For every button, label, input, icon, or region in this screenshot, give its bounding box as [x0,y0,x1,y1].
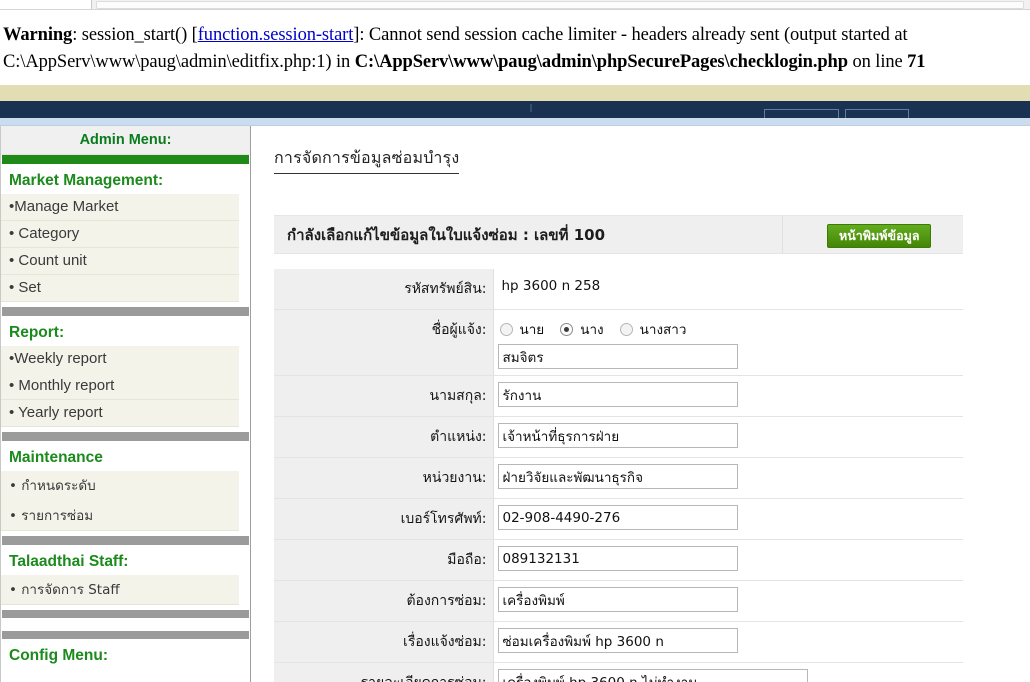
radio-title-mr[interactable] [499,322,513,336]
field-value-asset-code: hp 3600 n 258 [493,269,963,310]
sidebar-section-report: Report: [1,316,250,346]
php-warning-text-3: on line [847,52,908,72]
sidebar-divider-4 [2,610,249,618]
table-row-asset-code: รหัสทรัพย์สิน: hp 3600 n 258 [274,269,963,310]
record-header-label: กำลังเลือกแก้ไขข้อมูลในใบแจ้งซ่อม : เลขท… [287,225,606,244]
radio-title-mrs[interactable] [560,322,574,336]
field-value-department [493,457,963,499]
field-label-repair-detail: รายละเอียดการซ่อม: [274,662,494,682]
input-repair-item[interactable] [497,587,738,612]
input-lastname[interactable] [497,382,738,407]
input-phone[interactable] [497,505,738,530]
sidebar-divider-3 [2,536,249,545]
input-reporter-firstname[interactable] [497,344,738,369]
sidebar-section-market-management: Market Management: [1,164,250,194]
sidebar-title: Admin Menu: [1,126,250,155]
field-label-mobile: มือถือ: [274,539,494,581]
browser-tab[interactable] [0,0,92,9]
sidebar-divider-1 [2,307,249,316]
radio-label-mrs: นาง [580,322,604,338]
browser-url-bar[interactable] [96,1,1024,9]
title-radio-group: นาย นาง นางสาว [498,316,960,344]
input-repair-subject[interactable] [497,628,738,653]
php-warning-line: 71 [907,52,926,72]
main-content: การจัดการข้อมูลซ่อมบำรุง กำลังเลือกแก้ไข… [252,126,1030,682]
php-warning-link[interactable]: function.session-start [198,25,354,45]
input-mobile[interactable] [497,546,738,571]
sidebar-divider-2 [2,432,249,441]
php-warning-path: C:\AppServ\www\paug\admin\phpSecurePages… [354,52,848,72]
field-value-repair-detail [493,662,963,682]
admin-sidebar: Admin Menu: Market Management: •Manage M… [0,126,251,682]
sidebar-green-bar [2,155,249,164]
input-repair-detail[interactable] [497,669,808,682]
field-value-lastname [493,375,963,417]
field-label-repair-item: ต้องการซ่อม: [274,580,494,622]
field-label-department: หน่วยงาน: [274,457,494,499]
sidebar-item-yearly-report[interactable]: • Yearly report [1,400,239,427]
field-label-repair-subject: เรื่องแจ้งซ่อม: [274,621,494,663]
sidebar-section-talaadthai-staff: Talaadthai Staff: [1,545,250,575]
record-header-inner: กำลังเลือกแก้ไขข้อมูลในใบแจ้งซ่อม : เลขท… [274,216,782,253]
table-row-repair-subject: เรื่องแจ้งซ่อม: [274,621,963,663]
record-header-strip: กำลังเลือกแก้ไขข้อมูลในใบแจ้งซ่อม : เลขท… [274,215,963,254]
sidebar-item-set-level[interactable]: • กำหนดระดับ [1,471,239,501]
table-row-repair-item: ต้องการซ่อม: [274,580,963,622]
sidebar-item-count-unit[interactable]: • Count unit [1,248,239,275]
banner-marker [530,104,532,112]
php-warning-label: Warning [3,25,73,45]
field-label-lastname: นามสกุล: [274,375,494,417]
php-warning-message: Warning: session_start() [function.sessi… [0,22,1030,76]
table-row-reporter-name: ชื่อผู้แจ้ง: นาย นาง นางสาว [274,309,963,376]
browser-chrome-bar [0,0,1030,10]
repair-form-table: รหัสทรัพย์สิน: hp 3600 n 258 ชื่อผู้แจ้ง… [274,269,963,682]
banner-beige-band [0,85,1030,101]
table-row-mobile: มือถือ: [274,539,963,581]
field-value-repair-item [493,580,963,622]
asset-code-text: hp 3600 n 258 [501,278,601,294]
table-row-phone: เบอร์โทรศัพท์: [274,498,963,540]
field-value-position [493,416,963,458]
sidebar-item-set[interactable]: • Set [1,275,239,302]
field-value-repair-subject [493,621,963,663]
sidebar-spacer [1,618,250,626]
php-warning-text-1: : session_start() [ [72,25,198,45]
radio-label-mr: นาย [519,322,545,338]
sidebar-section-maintenance: Maintenance [1,441,250,471]
table-row-repair-detail: รายละเอียดการซ่อม: [274,662,963,682]
page-title: การจัดการข้อมูลซ่อมบำรุง [274,146,460,174]
sidebar-item-category[interactable]: • Category [1,221,239,248]
sidebar-item-staff-management[interactable]: • การจัดการ Staff [1,575,239,605]
record-header-divider [782,216,783,253]
sidebar-item-weekly-report[interactable]: •Weekly report [1,346,239,373]
field-value-reporter-name: นาย นาง นางสาว [493,309,963,376]
field-value-phone [493,498,963,540]
radio-label-miss: นางสาว [639,322,687,338]
table-row-position: ตำแหน่ง: [274,416,963,458]
sidebar-item-monthly-report[interactable]: • Monthly report [1,373,239,400]
banner-lightblue-band [0,118,1030,126]
sidebar-item-manage-market[interactable]: •Manage Market [1,194,239,221]
radio-title-miss[interactable] [619,322,633,336]
table-row-department: หน่วยงาน: [274,457,963,499]
field-label-position: ตำแหน่ง: [274,416,494,458]
field-value-mobile [493,539,963,581]
field-label-reporter-name: ชื่อผู้แจ้ง: [274,309,494,376]
sidebar-divider-5 [2,631,249,639]
page-root: Warning: session_start() [function.sessi… [0,0,1030,682]
table-row-lastname: นามสกุล: [274,375,963,417]
input-department[interactable] [497,464,738,489]
sidebar-section-config-menu: Config Menu: [1,639,250,669]
input-position[interactable] [497,423,738,448]
field-label-phone: เบอร์โทรศัพท์: [274,498,494,540]
field-label-asset-code: รหัสทรัพย์สิน: [274,269,494,310]
print-page-button[interactable]: หน้าพิมพ์ข้อมูล [827,224,932,248]
sidebar-item-repair-list[interactable]: • รายการซ่อม [1,501,239,531]
